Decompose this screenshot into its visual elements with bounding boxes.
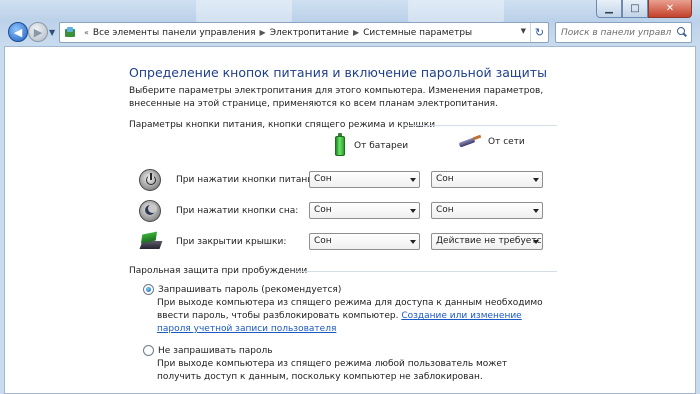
control-panel-icon [64, 26, 76, 39]
option-require-password[interactable]: Запрашивать пароль (рекомендуется) [143, 284, 341, 295]
breadcrumb-all-items[interactable]: Все элементы панели управления [93, 28, 256, 38]
power-button-icon [139, 169, 161, 191]
titlebar-blur [196, 0, 292, 22]
section-heading-password: Парольная защита при пробуждении [129, 266, 308, 276]
select-value: Сон [314, 174, 332, 184]
refresh-button[interactable]: ↻ [530, 23, 548, 42]
option-no-password[interactable]: Не запрашивать пароль [143, 345, 273, 356]
breadcrumb-power-options[interactable]: Электропитание [270, 28, 349, 38]
row-label: При нажатии кнопки питания: [176, 175, 322, 185]
chevron-down-icon [410, 240, 416, 244]
search-input[interactable] [561, 27, 671, 38]
minimize-icon: ▁ [605, 2, 613, 14]
select-value: Сон [314, 205, 332, 215]
power-button-ac-select[interactable]: Сон [431, 171, 543, 188]
option-no-password-description: При выходе компьютера из спящего режима … [157, 359, 508, 382]
arrow-left-icon: ◀ [13, 25, 23, 39]
content-pane: Определение кнопок питания и включение п… [4, 46, 696, 394]
close-button[interactable]: ✕ [648, 0, 692, 18]
chevron-down-icon[interactable]: ▼ [521, 27, 526, 35]
column-label-ac: От сети [488, 137, 525, 147]
chevron-down-icon [410, 178, 416, 182]
lid-close-row: При закрытии крышки: Сон Действие не тре… [5, 230, 695, 254]
radio-label[interactable]: Не запрашивать пароль [158, 346, 273, 356]
sleep-button-icon [139, 200, 161, 222]
divider [403, 125, 557, 126]
chevron-down-icon [533, 209, 539, 213]
lid-close-ac-select[interactable]: Действие не требуется [431, 233, 543, 250]
power-button-row: При нажатии кнопки питания: Сон Сон [5, 168, 695, 192]
power-button-battery-select[interactable]: Сон [309, 171, 420, 188]
row-label: При закрытии крышки: [176, 237, 287, 247]
page-intro: Выберите параметры электропитания для эт… [129, 86, 544, 109]
titlebar-blur [408, 0, 504, 22]
select-value: Сон [436, 205, 454, 215]
back-button[interactable]: ◀ [8, 22, 28, 42]
select-value: Действие не требуется [436, 236, 543, 246]
close-icon: ✕ [665, 2, 675, 14]
navigation-bar: ◀ ▶ ▼ « Все элементы панели управления ▶… [4, 20, 696, 46]
maximize-icon: □ [630, 2, 640, 14]
breadcrumb-system-settings[interactable]: Системные параметры [363, 28, 472, 38]
radio-label[interactable]: Запрашивать пароль (рекомендуется) [158, 285, 341, 295]
chevron-down-icon [533, 240, 539, 244]
forward-button[interactable]: ▶ [28, 22, 48, 42]
column-header-battery: От батареи [335, 133, 409, 156]
radio-no-password[interactable] [143, 345, 154, 356]
address-bar[interactable]: « Все элементы панели управления ▶ Элект… [59, 22, 549, 43]
lid-close-battery-select[interactable]: Сон [309, 233, 420, 250]
battery-icon [335, 133, 345, 156]
page-title: Определение кнопок питания и включение п… [129, 65, 547, 80]
chevron-down-icon [533, 178, 539, 182]
sleep-button-row: При нажатии кнопки сна: Сон Сон [5, 199, 695, 223]
column-label-battery: От батареи [354, 141, 409, 151]
divider [295, 271, 557, 272]
search-box[interactable] [555, 22, 692, 43]
section-heading-buttons: Параметры кнопки питания, кнопки спящего… [129, 120, 436, 130]
row-label: При нажатии кнопки сна: [176, 206, 299, 216]
sleep-button-ac-select[interactable]: Сон [431, 202, 543, 219]
column-header-ac: От сети [459, 136, 525, 148]
option-require-password-description: При выходе компьютера из спящего режима … [157, 297, 547, 336]
search-icon[interactable] [677, 27, 687, 37]
arrow-right-icon: ▶ [33, 25, 43, 39]
radio-require-password[interactable] [143, 284, 154, 295]
chevron-right-icon[interactable]: ▶ [260, 28, 266, 37]
laptop-lid-icon [139, 231, 163, 251]
select-value: Сон [436, 174, 454, 184]
minimize-button[interactable]: ▁ [596, 0, 622, 18]
select-value: Сон [314, 236, 332, 246]
refresh-icon: ↻ [534, 26, 545, 39]
chevron-down-icon [410, 209, 416, 213]
chevron-left-icon[interactable]: « [84, 28, 89, 37]
power-plug-icon [459, 136, 481, 148]
sleep-button-battery-select[interactable]: Сон [309, 202, 420, 219]
maximize-button[interactable]: □ [622, 0, 648, 18]
caption-buttons: ▁ □ ✕ [596, 0, 692, 19]
chevron-right-icon[interactable]: ▶ [353, 28, 359, 37]
recent-pages-dropdown[interactable]: ▼ [49, 28, 55, 37]
